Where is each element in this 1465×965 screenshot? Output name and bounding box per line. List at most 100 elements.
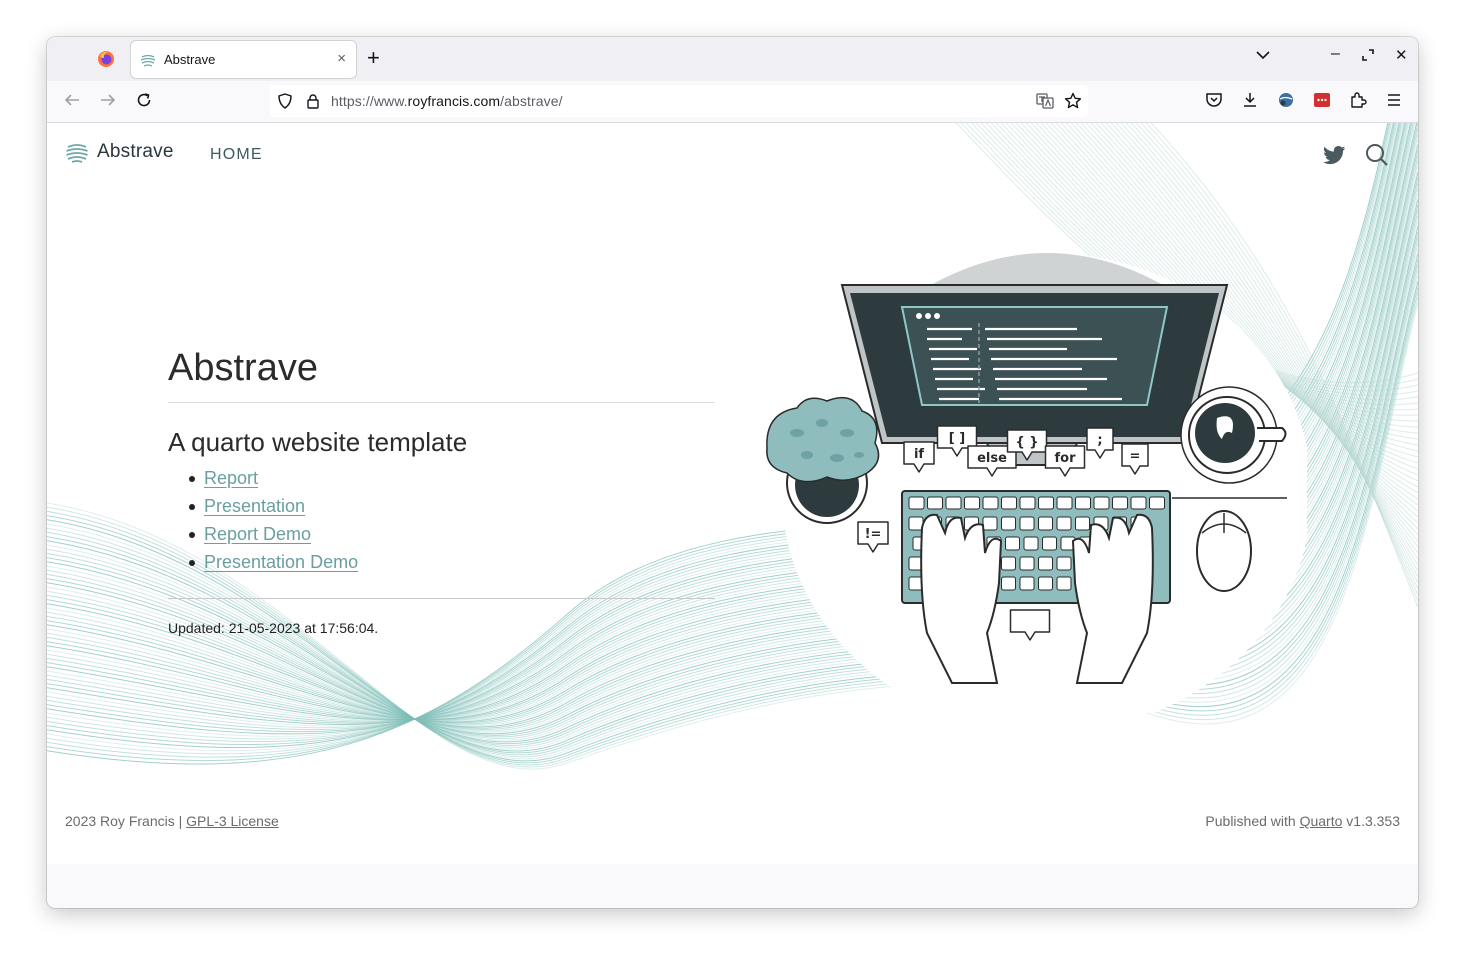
keyboard-key — [1112, 496, 1128, 510]
list-item: Report — [185, 468, 358, 496]
new-tab-button[interactable]: + — [367, 46, 380, 70]
browser-window-frame: Abstrave × + – ✕ https://www.royfrancis.… — [47, 37, 1418, 908]
keyboard-key — [1023, 536, 1039, 551]
hamburger-menu-icon[interactable] — [1385, 91, 1403, 109]
report-demo-link[interactable]: Report Demo — [204, 524, 311, 544]
tracking-protection-shield-icon[interactable] — [277, 93, 293, 109]
keyboard-key — [1019, 516, 1035, 531]
back-arrow-icon[interactable] — [63, 91, 81, 109]
keyboard-key — [1149, 496, 1165, 510]
code-bubble-label: { } — [1015, 435, 1038, 450]
title-divider — [168, 402, 715, 403]
updated-timestamp: Updated: 21-05-2023 at 17:56:04. — [168, 620, 379, 636]
close-tab-icon[interactable]: × — [337, 50, 346, 67]
address-bar[interactable]: https://www.royfrancis.com/abstrave/ — [270, 85, 1088, 117]
keyboard-key — [908, 496, 925, 510]
keyboard-key — [1038, 576, 1053, 591]
keyboard-key — [1001, 496, 1017, 510]
footer-right: Published with Quarto v1.3.353 — [1205, 813, 1400, 829]
code-bubble-label: if — [914, 447, 924, 462]
code-bubble-label: else — [977, 451, 1007, 466]
keyboard-key — [1075, 516, 1090, 531]
url-text[interactable]: https://www.royfrancis.com/abstrave/ — [331, 93, 563, 109]
firefox-icon[interactable] — [97, 50, 115, 68]
keyboard-key — [1056, 556, 1072, 571]
reload-icon[interactable] — [135, 91, 153, 109]
forward-arrow-icon[interactable] — [99, 91, 117, 109]
keyboard-key — [1001, 576, 1016, 591]
keyboard-key — [1056, 496, 1073, 510]
abstrave-logo-icon — [66, 144, 88, 163]
list-item: Presentation Demo — [185, 552, 358, 580]
site-title: Abstrave — [97, 141, 174, 162]
presentation-demo-link[interactable]: Presentation Demo — [204, 552, 358, 572]
bullet — [189, 532, 195, 538]
pocket-icon[interactable] — [1205, 91, 1223, 109]
page-subtitle: A quarto website template — [168, 427, 468, 457]
keyboard-key — [1038, 496, 1054, 510]
link-list: Report Presentation Report Demo Presenta… — [185, 468, 358, 580]
site-brand[interactable]: Abstrave — [65, 140, 174, 164]
extension-password-icon[interactable] — [1313, 91, 1331, 109]
keyboard-key — [1019, 496, 1036, 510]
keyboard-key — [927, 496, 943, 510]
keyboard-key — [908, 516, 924, 531]
minimize-window-icon[interactable]: – — [1331, 45, 1340, 63]
keyboard-key — [1075, 496, 1091, 510]
keyboard-key — [1056, 516, 1072, 531]
license-link[interactable]: GPL-3 License — [186, 813, 279, 829]
code-bubble-label: != — [865, 527, 882, 542]
quarto-link[interactable]: Quarto — [1300, 813, 1343, 829]
bullet — [189, 476, 195, 482]
twitter-icon[interactable] — [1323, 145, 1345, 165]
list-item: Report Demo — [185, 524, 358, 552]
keyboard-key — [1019, 556, 1035, 571]
code-bubble-label: [ ] — [949, 431, 965, 446]
page-viewport: Abstrave HOME Abstrave A quarto website … — [47, 123, 1418, 864]
keyboard-key — [1001, 516, 1016, 531]
keyboard-key — [1093, 496, 1110, 510]
keyboard-key — [1038, 556, 1053, 571]
tab-bar: Abstrave × + – ✕ — [47, 37, 1418, 81]
list-all-tabs-chevron-icon[interactable] — [1256, 50, 1270, 60]
bullet — [189, 504, 195, 510]
extensions-puzzle-icon[interactable] — [1349, 91, 1367, 109]
footer-left: 2023 Roy Francis | GPL-3 License — [65, 813, 279, 829]
keyboard-key — [982, 496, 999, 510]
keyboard-key — [1001, 556, 1016, 571]
browser-window: Abstrave × + – ✕ https://www.royfrancis.… — [47, 37, 1418, 908]
nav-home-link[interactable]: HOME — [210, 146, 263, 164]
keyboard-key — [945, 496, 962, 510]
code-bubble-label: = — [1130, 449, 1141, 464]
keyboard-key — [1042, 536, 1057, 551]
keyboard-key — [982, 516, 998, 531]
page-title: Abstrave — [168, 347, 318, 389]
code-bubble-label: ; — [1097, 433, 1102, 448]
keyboard-key — [1019, 576, 1035, 591]
url-path: /abstrave/ — [500, 93, 563, 109]
keyboard-key — [964, 496, 980, 510]
presentation-link[interactable]: Presentation — [204, 496, 305, 516]
published-with-text: Published with — [1205, 813, 1300, 829]
url-scheme: https://www. — [331, 93, 408, 109]
downloads-icon[interactable] — [1241, 91, 1259, 109]
translate-icon[interactable] — [1036, 93, 1054, 109]
report-link[interactable]: Report — [204, 468, 258, 488]
keyboard-key — [1038, 516, 1053, 531]
navigation-toolbar: https://www.royfrancis.com/abstrave/ — [47, 81, 1418, 123]
close-window-icon[interactable]: ✕ — [1395, 46, 1408, 64]
bookmark-star-icon[interactable] — [1064, 92, 1082, 110]
tab-abstrave[interactable]: Abstrave × — [131, 41, 356, 78]
copyright-text: 2023 Roy Francis | — [65, 813, 187, 829]
coding-illustration: if [ ] else { } for ; = != — [766, 253, 1307, 713]
search-icon[interactable] — [1365, 143, 1389, 167]
list-item: Presentation — [185, 496, 358, 524]
version-text: v1.3.353 — [1342, 813, 1400, 829]
extension-globe-icon[interactable] — [1277, 91, 1295, 109]
keyboard-key — [1005, 536, 1020, 551]
keyboard-key — [1130, 496, 1147, 510]
abstrave-favicon-icon — [140, 54, 156, 67]
lock-icon[interactable] — [306, 93, 320, 109]
maximize-window-icon[interactable] — [1362, 49, 1374, 61]
url-host: royfrancis.com — [407, 93, 501, 109]
